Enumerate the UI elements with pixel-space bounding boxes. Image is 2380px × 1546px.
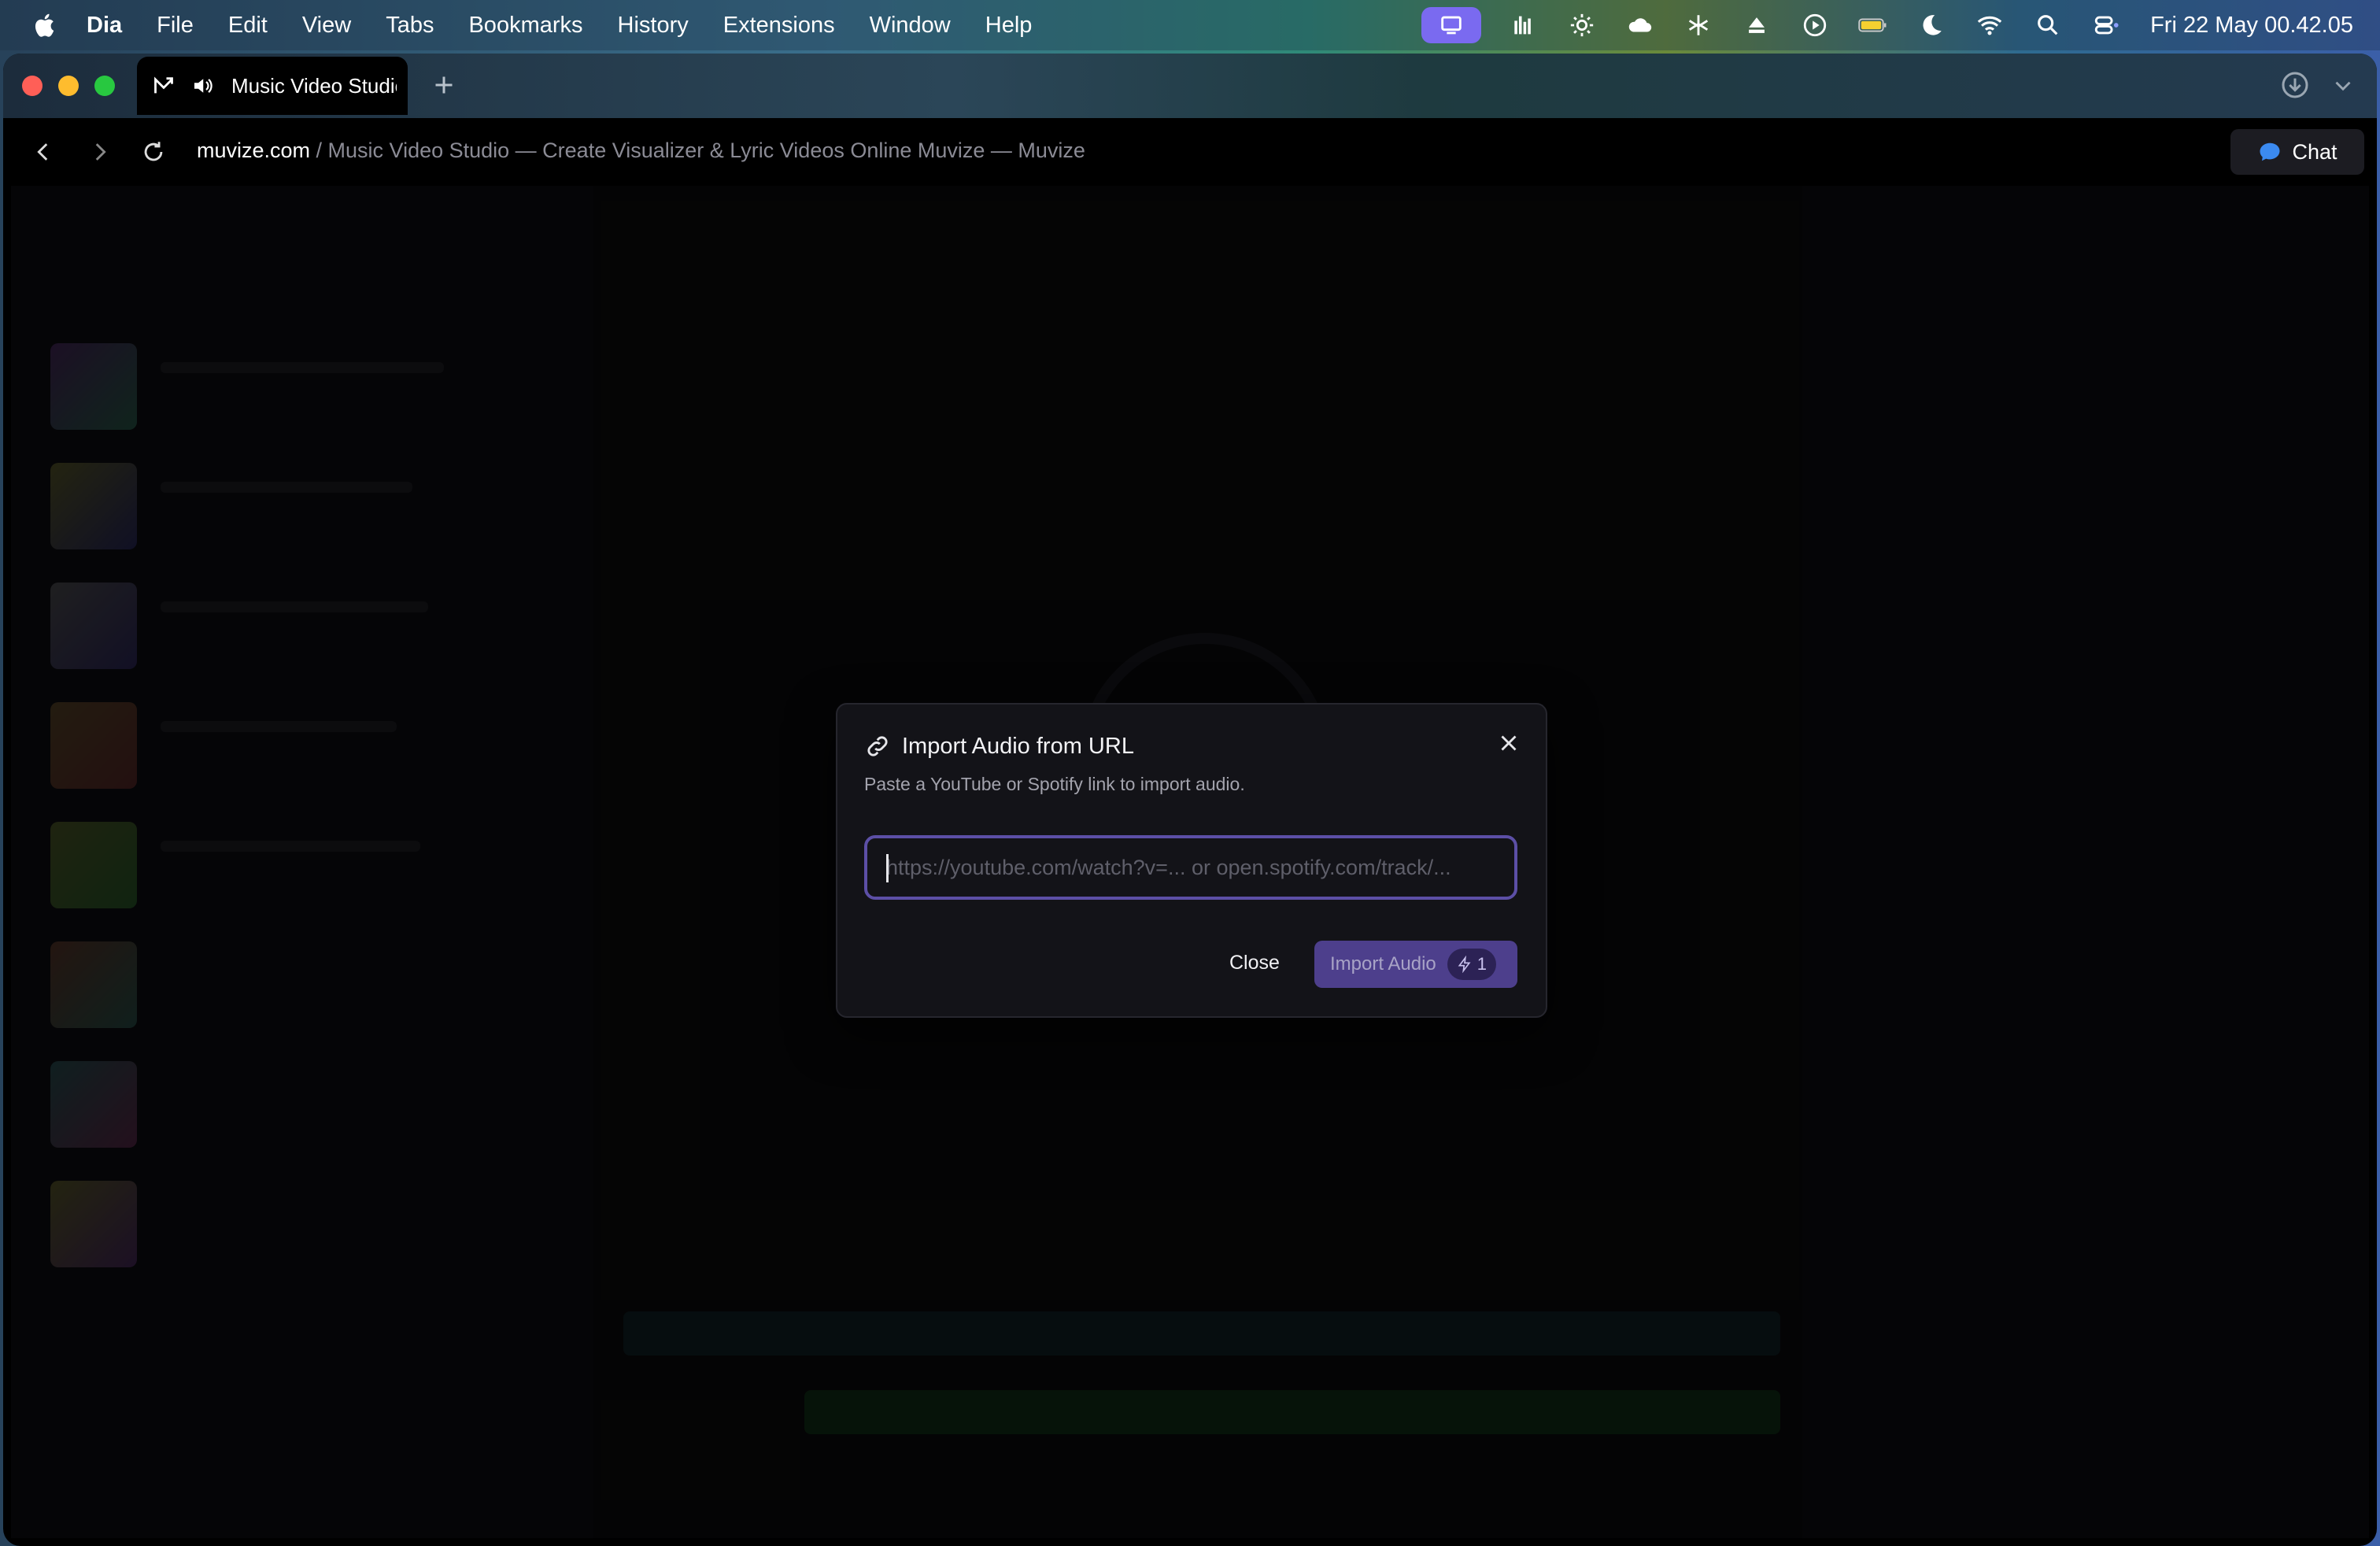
chat-bubble-icon bbox=[2260, 142, 2280, 161]
tab-title: Music Video Studio bbox=[231, 73, 397, 98]
close-icon[interactable] bbox=[1495, 730, 1522, 756]
import-audio-button[interactable]: Import Audio 1 bbox=[1314, 941, 1517, 988]
speaker-icon[interactable] bbox=[189, 74, 216, 98]
lightning-icon bbox=[1458, 956, 1471, 973]
menu-help[interactable]: Help bbox=[985, 13, 1033, 39]
moon-icon[interactable] bbox=[1916, 9, 1947, 41]
screen-share-icon[interactable] bbox=[1421, 7, 1482, 43]
url-field[interactable]: muvize.com / Music Video Studio — Create… bbox=[197, 139, 1085, 163]
back-arrow-icon[interactable] bbox=[30, 139, 57, 165]
menu-edit[interactable]: Edit bbox=[228, 13, 268, 39]
forward-arrow-icon[interactable] bbox=[87, 139, 113, 165]
tab-active[interactable]: Music Video Studio bbox=[137, 57, 408, 115]
url-domain: muvize.com bbox=[197, 139, 311, 162]
close-button[interactable]: Close bbox=[1225, 951, 1284, 975]
chat-button[interactable]: Chat bbox=[2230, 129, 2364, 175]
window-zoom-button[interactable] bbox=[94, 76, 115, 96]
window-minimize-button[interactable] bbox=[58, 76, 79, 96]
muvize-favicon-icon bbox=[154, 76, 173, 94]
link-icon bbox=[867, 736, 888, 756]
import-audio-dialog: Import Audio from URL Paste a YouTube or… bbox=[836, 703, 1547, 1018]
menu-bar: Dia File Edit View Tabs Bookmarks Histor… bbox=[0, 0, 2380, 50]
play-icon[interactable] bbox=[1799, 9, 1831, 41]
perplexity-icon[interactable] bbox=[1683, 9, 1714, 41]
menubar-clock[interactable]: Fri 22 May 00.42.05 bbox=[2150, 13, 2353, 39]
menu-view[interactable]: View bbox=[302, 13, 351, 39]
address-bar: muvize.com / Music Video Studio — Create… bbox=[3, 118, 2377, 186]
control-center-icon[interactable] bbox=[2090, 9, 2122, 41]
eject-icon[interactable] bbox=[1741, 9, 1772, 41]
window-close-button[interactable] bbox=[22, 76, 42, 96]
menu-tabs[interactable]: Tabs bbox=[386, 13, 434, 39]
url-path: / Music Video Studio — Create Visualizer… bbox=[310, 139, 1085, 162]
dialog-subtitle: Paste a YouTube or Spotify link to impor… bbox=[864, 774, 1245, 794]
import-audio-label: Import Audio bbox=[1330, 953, 1436, 975]
menu-window[interactable]: Window bbox=[870, 13, 951, 39]
text-caret bbox=[886, 854, 889, 882]
cloud-icon[interactable] bbox=[1624, 9, 1656, 41]
apple-icon[interactable] bbox=[31, 11, 60, 39]
menu-extensions[interactable]: Extensions bbox=[723, 13, 835, 39]
wifi-icon[interactable] bbox=[1974, 9, 2005, 41]
new-tab-plus-icon[interactable] bbox=[430, 71, 458, 99]
menu-bookmarks[interactable]: Bookmarks bbox=[468, 13, 582, 39]
menu-history[interactable]: History bbox=[618, 13, 689, 39]
chat-label: Chat bbox=[2292, 139, 2338, 164]
download-icon[interactable] bbox=[2279, 69, 2311, 101]
menu-app-name[interactable]: Dia bbox=[87, 13, 122, 39]
dialog-header: Import Audio from URL bbox=[864, 733, 1134, 760]
credit-cost: 1 bbox=[1476, 954, 1487, 974]
tab-bar: Music Video Studio bbox=[3, 54, 2377, 118]
url-input[interactable] bbox=[864, 835, 1517, 900]
credit-badge: 1 bbox=[1447, 949, 1496, 980]
stats-icon[interactable] bbox=[1508, 9, 1539, 41]
menu-file[interactable]: File bbox=[157, 13, 194, 39]
reload-icon[interactable] bbox=[140, 139, 167, 165]
dialog-title: Import Audio from URL bbox=[902, 733, 1134, 759]
chevron-down-icon[interactable] bbox=[2330, 72, 2356, 99]
battery-icon[interactable] bbox=[1857, 9, 1889, 41]
brightness-icon[interactable] bbox=[1566, 9, 1598, 41]
search-icon[interactable] bbox=[2032, 9, 2064, 41]
